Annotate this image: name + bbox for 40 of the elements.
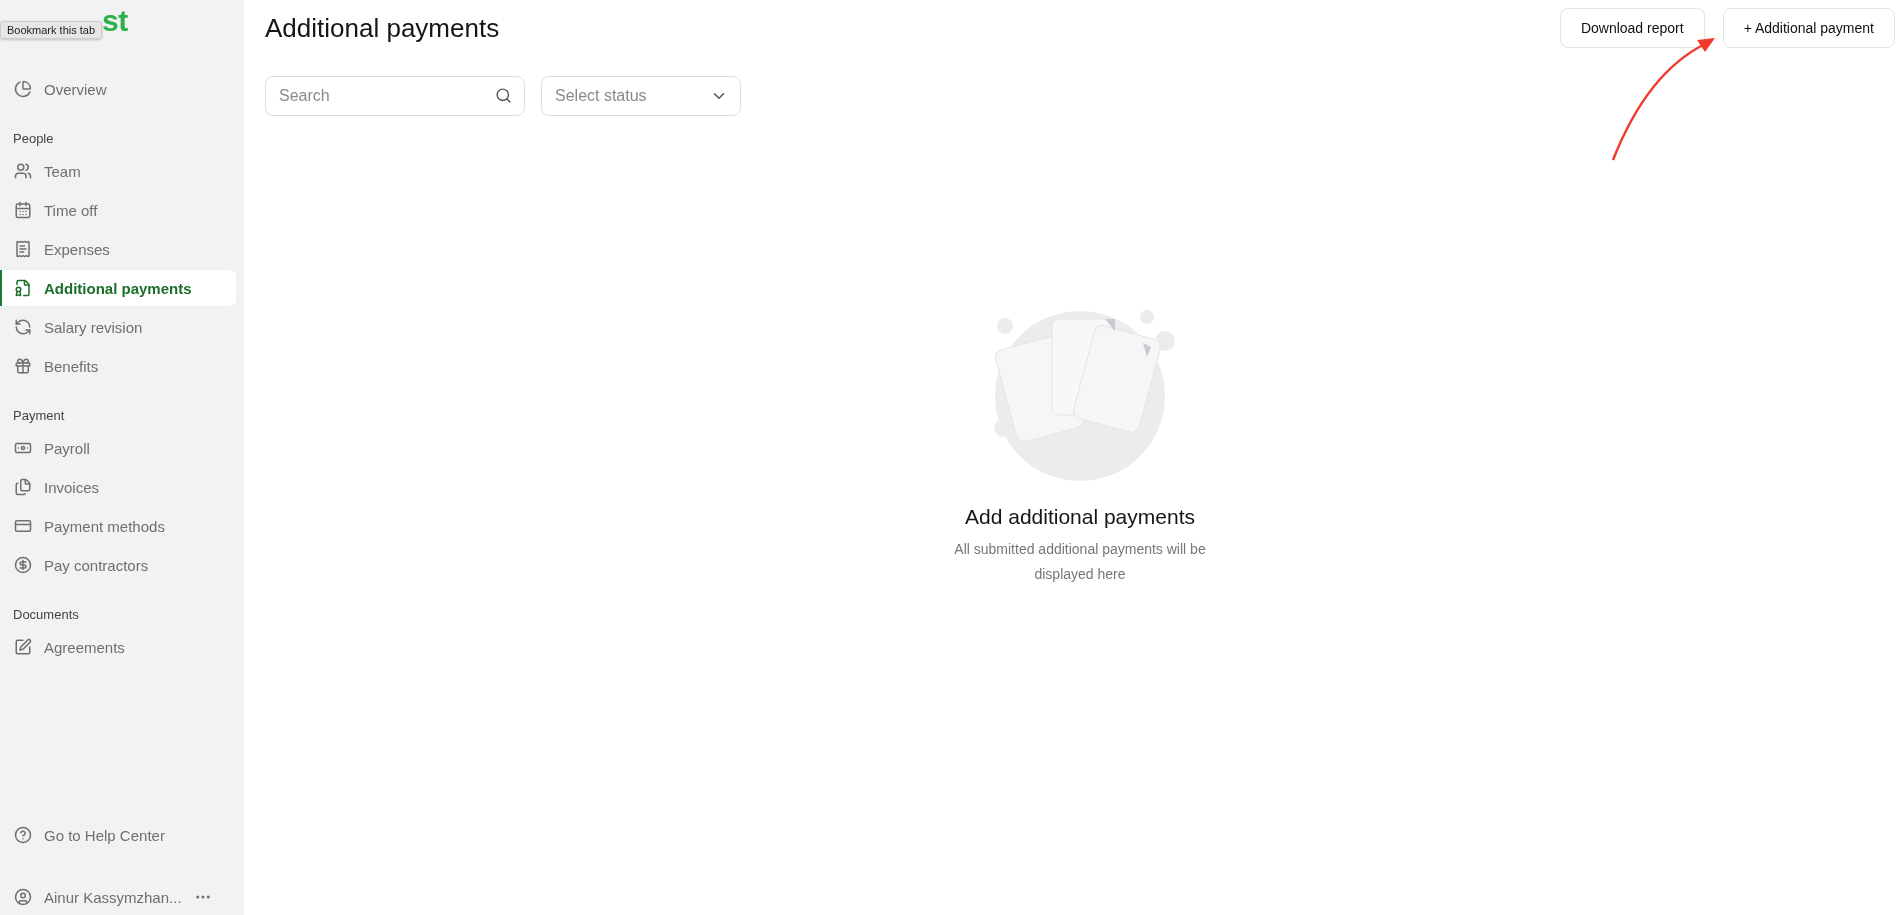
search-field[interactable]: Search bbox=[265, 76, 525, 116]
section-heading: People bbox=[12, 130, 55, 148]
gift-icon bbox=[14, 357, 32, 375]
logo: st bbox=[102, 4, 128, 37]
pencil-square-icon bbox=[14, 638, 32, 656]
add-button[interactable]: + Additional payment bbox=[1722, 8, 1895, 48]
sidebar-item[interactable]: Invoices bbox=[0, 469, 236, 505]
sidebar-item[interactable]: Additional payments bbox=[0, 270, 236, 306]
tooltip: Bookmark this tab bbox=[0, 21, 103, 39]
sidebar-item[interactable]: Overview bbox=[0, 71, 236, 107]
refresh-icon bbox=[14, 318, 32, 336]
sidebar-item[interactable]: Time off bbox=[0, 192, 236, 228]
page-title: Additional payments bbox=[265, 12, 500, 44]
document-icon bbox=[14, 279, 32, 297]
empty-description: All submitted additional payments will be displayed here bbox=[953, 540, 1207, 584]
user-name: Ainur Kassymzhan... bbox=[44, 888, 182, 906]
help-icon bbox=[14, 826, 32, 844]
pie-chart-icon bbox=[14, 80, 32, 98]
sidebar-item[interactable]: Benefits bbox=[0, 348, 236, 384]
sidebar-item[interactable]: Agreements bbox=[0, 629, 236, 665]
help-link[interactable]: Go to Help Center bbox=[0, 817, 236, 853]
user-icon bbox=[14, 888, 32, 906]
sidebar-item[interactable]: Salary revision bbox=[0, 309, 236, 345]
sidebar-item[interactable]: Payroll bbox=[0, 430, 236, 466]
download-button[interactable]: Download report bbox=[1559, 8, 1705, 48]
section-heading: Payment bbox=[12, 407, 66, 425]
section-heading: Documents bbox=[12, 606, 80, 624]
status-select[interactable]: Select status bbox=[541, 76, 741, 116]
files-icon bbox=[14, 478, 32, 496]
sidebar-item[interactable]: Pay contractors bbox=[0, 547, 236, 583]
search-icon bbox=[495, 87, 512, 104]
card-icon bbox=[14, 517, 32, 535]
sidebar-item[interactable]: Expenses bbox=[0, 231, 236, 267]
people-icon bbox=[14, 162, 32, 180]
dollar-icon bbox=[14, 556, 32, 574]
empty-title: Add additional payments bbox=[965, 505, 1195, 529]
sidebar-item[interactable]: Team bbox=[0, 153, 236, 189]
receipt-icon bbox=[14, 240, 32, 258]
calendar-icon bbox=[14, 201, 32, 219]
sidebar-item[interactable]: Payment methods bbox=[0, 508, 236, 544]
